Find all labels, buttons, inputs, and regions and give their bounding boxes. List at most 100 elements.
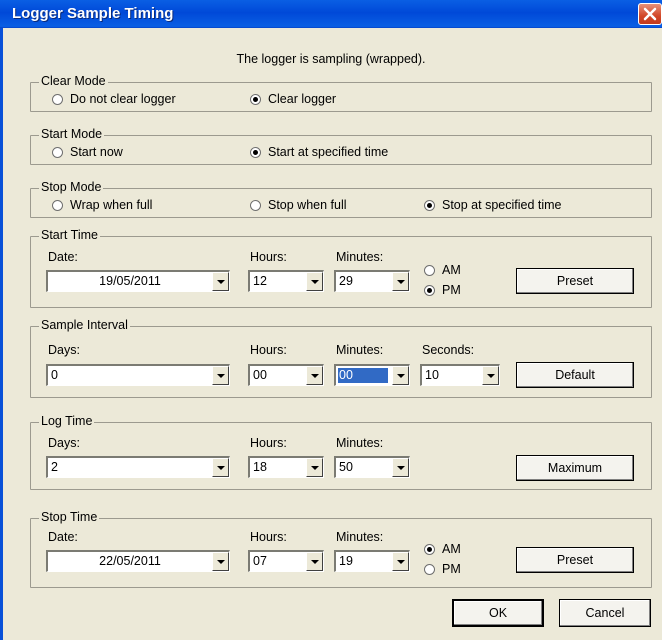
radio-indicator bbox=[424, 543, 435, 555]
radio-label: Start at specified time bbox=[268, 145, 389, 159]
interval-minutes-value: 00 bbox=[338, 368, 388, 383]
stop-date-picker[interactable]: 22/05/2011 bbox=[46, 550, 230, 572]
radio-indicator bbox=[424, 264, 435, 276]
radio-label: AM bbox=[442, 542, 461, 556]
log-hours-value: 18 bbox=[253, 460, 267, 474]
dropdown-arrow-icon[interactable] bbox=[212, 272, 229, 291]
stop-hours-value: 07 bbox=[253, 554, 267, 568]
clear-mode-legend: Clear Mode bbox=[39, 74, 108, 88]
radio-label: Wrap when full bbox=[70, 198, 153, 212]
close-button[interactable] bbox=[638, 3, 662, 25]
radio-indicator bbox=[52, 93, 63, 105]
interval-minutes-label: Minutes: bbox=[336, 343, 384, 357]
interval-days-value: 0 bbox=[51, 368, 58, 382]
start-preset-button[interactable]: Preset bbox=[516, 268, 634, 294]
radio-indicator bbox=[424, 199, 435, 211]
log-hours-select[interactable]: 18 bbox=[248, 456, 324, 478]
cancel-button[interactable]: Cancel bbox=[559, 599, 651, 627]
dropdown-arrow-icon[interactable] bbox=[392, 272, 409, 291]
start-minutes-select[interactable]: 29 bbox=[334, 270, 410, 292]
interval-days-label: Days: bbox=[48, 343, 80, 357]
dropdown-arrow-icon[interactable] bbox=[212, 552, 229, 571]
stop-preset-button[interactable]: Preset bbox=[516, 547, 634, 573]
interval-hours-select[interactable]: 00 bbox=[248, 364, 324, 386]
radio-stop-pm[interactable]: PM bbox=[424, 562, 461, 576]
close-icon bbox=[643, 7, 657, 21]
dropdown-arrow-icon[interactable] bbox=[212, 458, 229, 477]
radio-start-am[interactable]: AM bbox=[424, 263, 461, 277]
window-border bbox=[0, 28, 3, 640]
maximum-button[interactable]: Maximum bbox=[516, 455, 634, 481]
radio-indicator bbox=[52, 199, 63, 211]
dropdown-arrow-icon[interactable] bbox=[392, 552, 409, 571]
log-minutes-value: 50 bbox=[339, 460, 353, 474]
log-days-select[interactable]: 2 bbox=[46, 456, 230, 478]
radio-label: AM bbox=[442, 263, 461, 277]
start-time-legend: Start Time bbox=[39, 228, 100, 242]
radio-label: PM bbox=[442, 562, 461, 576]
radio-wrap-when-full[interactable]: Wrap when full bbox=[52, 198, 152, 212]
radio-label: Stop at specified time bbox=[442, 198, 562, 212]
stop-hours-select[interactable]: 07 bbox=[248, 550, 324, 572]
log-minutes-label: Minutes: bbox=[336, 436, 384, 450]
radio-stop-am[interactable]: AM bbox=[424, 542, 461, 556]
radio-start-pm[interactable]: PM bbox=[424, 283, 461, 297]
radio-start-at-specified-time[interactable]: Start at specified time bbox=[250, 145, 388, 159]
interval-hours-value: 00 bbox=[253, 368, 267, 382]
stop-time-legend: Stop Time bbox=[39, 510, 100, 524]
radio-stop-when-full[interactable]: Stop when full bbox=[250, 198, 347, 212]
start-date-label: Date: bbox=[48, 250, 78, 264]
log-hours-label: Hours: bbox=[250, 436, 287, 450]
radio-start-now[interactable]: Start now bbox=[52, 145, 123, 159]
dropdown-arrow-icon[interactable] bbox=[212, 366, 229, 385]
dropdown-arrow-icon[interactable] bbox=[306, 552, 323, 571]
stop-minutes-select[interactable]: 19 bbox=[334, 550, 410, 572]
start-minutes-label: Minutes: bbox=[336, 250, 384, 264]
start-hours-value: 12 bbox=[253, 274, 267, 288]
start-hours-label: Hours: bbox=[250, 250, 287, 264]
dropdown-arrow-icon[interactable] bbox=[306, 458, 323, 477]
radio-clear-logger[interactable]: Clear logger bbox=[250, 92, 336, 106]
radio-label: PM bbox=[442, 283, 461, 297]
radio-indicator bbox=[424, 563, 435, 575]
status-text: The logger is sampling (wrapped). bbox=[236, 52, 426, 66]
radio-label: Stop when full bbox=[268, 198, 347, 212]
dropdown-arrow-icon[interactable] bbox=[482, 366, 499, 385]
stop-minutes-value: 19 bbox=[339, 554, 353, 568]
stop-date-label: Date: bbox=[48, 530, 78, 544]
radio-indicator bbox=[250, 93, 261, 105]
default-button[interactable]: Default bbox=[516, 362, 634, 388]
radio-indicator bbox=[424, 284, 435, 296]
radio-label: Start now bbox=[70, 145, 123, 159]
log-minutes-select[interactable]: 50 bbox=[334, 456, 410, 478]
ok-button[interactable]: OK bbox=[452, 599, 544, 627]
radio-do-not-clear[interactable]: Do not clear logger bbox=[52, 92, 176, 106]
interval-seconds-label: Seconds: bbox=[422, 343, 475, 357]
interval-days-select[interactable]: 0 bbox=[46, 364, 230, 386]
stop-date-value: 22/05/2011 bbox=[99, 554, 161, 568]
start-mode-legend: Start Mode bbox=[39, 127, 105, 141]
interval-minutes-select[interactable]: 00 bbox=[334, 364, 410, 386]
radio-indicator bbox=[250, 146, 261, 158]
radio-indicator bbox=[250, 199, 261, 211]
start-date-picker[interactable]: 19/05/2011 bbox=[46, 270, 230, 292]
window-title: Logger Sample Timing bbox=[12, 5, 174, 22]
interval-seconds-select[interactable]: 10 bbox=[420, 364, 500, 386]
start-date-value: 19/05/2011 bbox=[99, 274, 161, 288]
start-hours-select[interactable]: 12 bbox=[248, 270, 324, 292]
radio-label: Clear logger bbox=[268, 92, 337, 106]
radio-indicator bbox=[52, 146, 63, 158]
log-days-label: Days: bbox=[48, 436, 80, 450]
interval-hours-label: Hours: bbox=[250, 343, 287, 357]
stop-minutes-label: Minutes: bbox=[336, 530, 384, 544]
dropdown-arrow-icon[interactable] bbox=[392, 366, 409, 385]
dropdown-arrow-icon[interactable] bbox=[306, 272, 323, 291]
start-minutes-value: 29 bbox=[339, 274, 353, 288]
stop-hours-label: Hours: bbox=[250, 530, 287, 544]
radio-stop-at-specified-time[interactable]: Stop at specified time bbox=[424, 198, 562, 212]
log-time-legend: Log Time bbox=[39, 414, 95, 428]
dropdown-arrow-icon[interactable] bbox=[392, 458, 409, 477]
dropdown-arrow-icon[interactable] bbox=[306, 366, 323, 385]
sample-interval-legend: Sample Interval bbox=[39, 318, 130, 332]
radio-label: Do not clear logger bbox=[70, 92, 176, 106]
